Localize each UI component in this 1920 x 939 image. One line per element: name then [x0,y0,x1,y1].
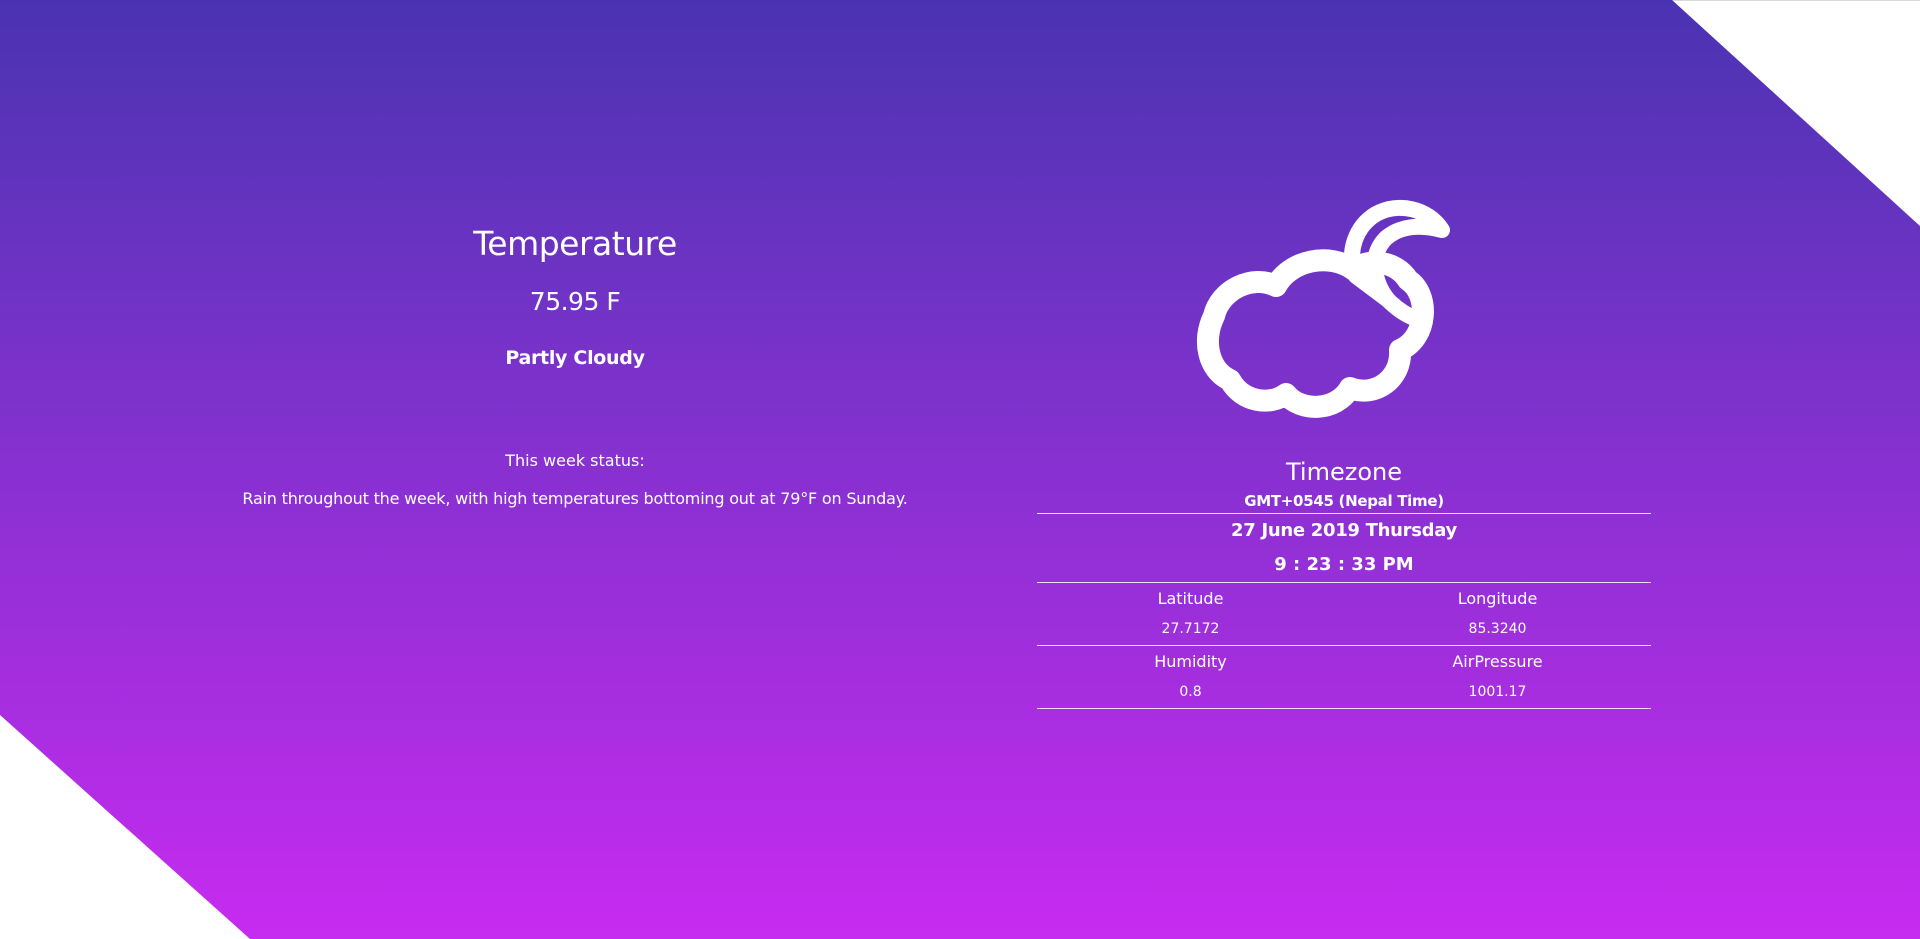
location-info: Timezone GMT+0545 (Nepal Time) 27 June 2… [1037,455,1651,709]
timezone-title: Timezone [1286,458,1402,486]
latitude-label: Latitude [1157,589,1224,608]
weather-page: Temperature 75.95 F Partly Cloudy This w… [0,0,1920,939]
longitude-value: 85.3240 [1468,621,1527,637]
partly-cloudy-night-icon [1197,200,1450,418]
humidity-value: 0.8 [1179,684,1202,700]
week-status-text: Rain throughout the week, with high temp… [242,489,908,508]
longitude-cell: Longitude 85.3240 [1344,583,1651,645]
temperature-title: Temperature [473,224,677,263]
coordinates-row: Latitude 27.7172 Longitude 85.3240 [1037,583,1651,645]
temperature-section: Temperature 75.95 F Partly Cloudy This w… [0,0,1150,939]
weather-condition: Partly Cloudy [505,347,645,369]
timezone-value: GMT+0545 (Nepal Time) [1244,492,1444,510]
divider [1037,708,1651,709]
conditions-row: Humidity 0.8 AirPressure 1001.17 [1037,646,1651,708]
latitude-value: 27.7172 [1161,621,1220,637]
date-text: 27 June 2019 Thursday [1231,520,1457,541]
airpressure-label: AirPressure [1452,652,1543,671]
humidity-label: Humidity [1154,652,1227,671]
airpressure-value: 1001.17 [1468,684,1527,700]
humidity-cell: Humidity 0.8 [1037,646,1344,708]
temperature-value: 75.95 F [529,287,621,316]
week-status-label: This week status: [505,451,645,470]
latitude-cell: Latitude 27.7172 [1037,583,1344,645]
longitude-label: Longitude [1457,589,1538,608]
time-text: 9 : 23 : 33 PM [1274,554,1414,575]
airpressure-cell: AirPressure 1001.17 [1344,646,1651,708]
